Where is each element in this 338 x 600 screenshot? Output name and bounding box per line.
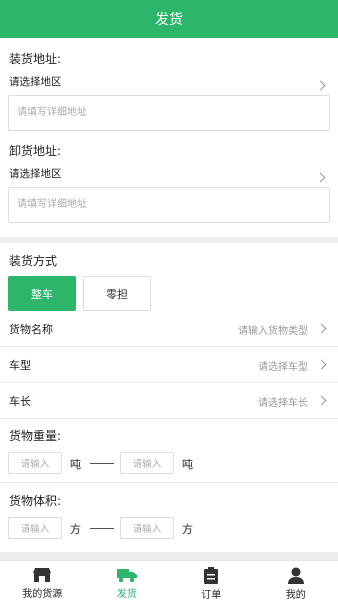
shop-icon bbox=[32, 567, 52, 583]
tab-label: 我的货源 bbox=[22, 589, 63, 600]
section-divider bbox=[0, 237, 338, 243]
volume-unit-min: 方 bbox=[70, 523, 81, 536]
mode-full-truck-button[interactable]: 整车 bbox=[8, 276, 76, 311]
chevron-right-icon bbox=[316, 395, 327, 406]
person-icon bbox=[286, 567, 306, 584]
tab-label: 我的 bbox=[285, 590, 306, 600]
loading-mode-title: 装货方式 bbox=[9, 254, 58, 268]
unloading-region-label: 请选择地区 bbox=[9, 168, 62, 180]
volume-title: 货物体积: bbox=[9, 494, 62, 508]
mode-ltl-button[interactable]: 零担 bbox=[83, 276, 151, 311]
vehicle-length-label: 车长 bbox=[9, 395, 31, 408]
unloading-address-title: 卸货地址: bbox=[9, 144, 62, 158]
loading-region-label: 请选择地区 bbox=[9, 76, 62, 88]
tab-ship[interactable]: 发货 bbox=[85, 561, 170, 600]
loading-detail-input[interactable]: 请填写详细地址 bbox=[8, 95, 330, 131]
volume-unit-max: 方 bbox=[182, 523, 193, 536]
cargo-name-row[interactable]: 货物名称 请输入货物类型 bbox=[0, 311, 338, 347]
vehicle-length-row[interactable]: 车长 请选择车长 bbox=[0, 383, 338, 419]
cargo-name-placeholder: 请输入货物类型 bbox=[238, 326, 308, 337]
chevron-right-icon bbox=[315, 172, 326, 183]
divider-line bbox=[0, 482, 338, 483]
range-dash bbox=[90, 463, 114, 464]
loading-address-title: 装货地址: bbox=[9, 52, 62, 66]
weight-title: 货物重量: bbox=[9, 429, 62, 443]
tab-orders[interactable]: 订单 bbox=[169, 561, 254, 600]
tab-label: 订单 bbox=[201, 590, 222, 600]
range-dash bbox=[90, 528, 114, 529]
clipboard-icon bbox=[201, 567, 221, 584]
tab-my-cargo[interactable]: 我的货源 bbox=[0, 561, 85, 600]
unloading-detail-input[interactable]: 请填写详细地址 bbox=[8, 187, 330, 223]
header-bar: 发货 bbox=[0, 0, 338, 38]
weight-max-input[interactable]: 请输入 bbox=[120, 452, 174, 474]
chevron-right-icon bbox=[316, 323, 327, 334]
bottom-tab-bar: 我的货源 发货 订单 我的 bbox=[0, 560, 338, 600]
weight-unit-max: 吨 bbox=[182, 458, 193, 471]
cargo-name-label: 货物名称 bbox=[9, 323, 53, 336]
weight-unit-min: 吨 bbox=[70, 458, 81, 471]
tab-mine[interactable]: 我的 bbox=[254, 561, 338, 600]
weight-min-input[interactable]: 请输入 bbox=[8, 452, 62, 474]
truck-icon bbox=[116, 567, 137, 583]
page-title: 发货 bbox=[155, 12, 183, 28]
vehicle-type-placeholder: 请选择车型 bbox=[258, 362, 308, 373]
loading-region-select[interactable]: 请选择地区 bbox=[0, 70, 338, 94]
tab-label: 发货 bbox=[116, 589, 137, 600]
vehicle-type-label: 车型 bbox=[9, 359, 31, 372]
vehicle-type-row[interactable]: 车型 请选择车型 bbox=[0, 347, 338, 383]
section-divider bbox=[0, 552, 338, 560]
vehicle-length-placeholder: 请选择车长 bbox=[258, 398, 308, 409]
volume-max-input[interactable]: 请输入 bbox=[120, 517, 174, 539]
unloading-region-select[interactable]: 请选择地区 bbox=[0, 162, 338, 186]
chevron-right-icon bbox=[316, 359, 327, 370]
chevron-right-icon bbox=[315, 80, 326, 91]
volume-min-input[interactable]: 请输入 bbox=[8, 517, 62, 539]
